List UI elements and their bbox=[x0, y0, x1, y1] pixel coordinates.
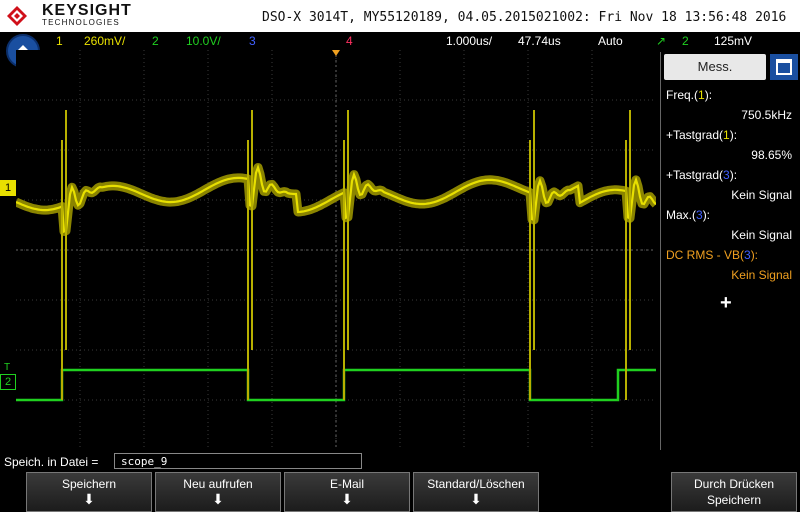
panel-select-button[interactable] bbox=[770, 54, 798, 80]
down-arrow-icon: ⬇ bbox=[341, 491, 353, 507]
down-arrow-icon: ⬇ bbox=[470, 491, 482, 507]
save-button[interactable]: Speichern ⬇ bbox=[26, 472, 152, 512]
ch4-number[interactable]: 4 bbox=[346, 34, 353, 48]
measurement-label-suffix: ): bbox=[729, 168, 738, 182]
down-arrow-icon: ⬇ bbox=[83, 491, 95, 507]
measurement-label[interactable]: +Tastgrad(1): bbox=[666, 128, 737, 142]
measurement-channel: 3 bbox=[696, 208, 703, 222]
ch2-scale[interactable]: 10.0V/ bbox=[186, 34, 221, 48]
window-icon bbox=[776, 59, 792, 75]
measurement-label-text: DC RMS - VB( bbox=[666, 248, 744, 262]
print-save-button[interactable]: Durch Drücken Speichern bbox=[671, 472, 797, 512]
trigger-level-marker[interactable]: T bbox=[4, 362, 10, 373]
down-arrow-icon: ⬇ bbox=[212, 491, 224, 507]
measurement-label-suffix: ): bbox=[702, 208, 711, 222]
measurement-label-suffix: ): bbox=[729, 128, 738, 142]
ch2-ground-marker[interactable]: 2 bbox=[0, 374, 16, 390]
ch1-number[interactable]: 1 bbox=[56, 34, 63, 48]
waveform-display[interactable] bbox=[16, 50, 656, 450]
print-button-line1: Durch Drücken bbox=[693, 477, 775, 491]
measurement-value: Kein Signal bbox=[731, 188, 792, 202]
timebase[interactable]: 1.000us/ bbox=[446, 34, 492, 48]
ch2-marker-label: 2 bbox=[4, 376, 12, 388]
default-clear-button[interactable]: Standard/Löschen ⬇ bbox=[413, 472, 539, 512]
save-to-file-label: Speich. in Datei = bbox=[4, 455, 99, 469]
save-button-label: Speichern bbox=[61, 477, 117, 491]
tab-measurements[interactable]: Mess. bbox=[664, 54, 766, 80]
delay[interactable]: 47.74us bbox=[518, 34, 561, 48]
measurement-channel: 3 bbox=[723, 168, 730, 182]
device-info: DSO-X 3014T, MY55120189, 04.05.201502100… bbox=[262, 10, 787, 25]
refresh-button-label: Neu aufrufen bbox=[183, 477, 253, 491]
ch1-marker-label: 1 bbox=[4, 182, 12, 194]
trigger-slope-icon: ↗ bbox=[656, 34, 667, 48]
measurement-channel: 3 bbox=[744, 248, 751, 262]
ch2-number[interactable]: 2 bbox=[152, 34, 159, 48]
refresh-button[interactable]: Neu aufrufen ⬇ bbox=[155, 472, 281, 512]
email-button[interactable]: E-Mail ⬇ bbox=[284, 472, 410, 512]
channel-bar: 1 260mV/ 2 10.0V/ 3 4 1.000us/ 47.74us A… bbox=[0, 32, 800, 50]
measurement-label[interactable]: Freq.(1): bbox=[666, 88, 712, 102]
measurement-label-suffix: ): bbox=[750, 248, 759, 262]
print-button-line2: Speichern bbox=[706, 493, 762, 507]
ch1-scale[interactable]: 260mV/ bbox=[84, 34, 125, 48]
measurement-label-text: +Tastgrad( bbox=[666, 128, 724, 142]
measurement-label-text: Max.( bbox=[666, 208, 696, 222]
filename-field[interactable]: scope_9 bbox=[114, 453, 362, 469]
ch3-number[interactable]: 3 bbox=[249, 34, 256, 48]
trigger-mode[interactable]: Auto bbox=[598, 34, 623, 48]
measurement-label-text: +Tastgrad( bbox=[666, 168, 724, 182]
trigger-level[interactable]: 125mV bbox=[714, 34, 752, 48]
measurement-value: 98.65% bbox=[751, 148, 792, 162]
measurement-value: Kein Signal bbox=[731, 268, 792, 282]
default-clear-button-label: Standard/Löschen bbox=[427, 477, 525, 491]
measurement-channel: 1 bbox=[698, 88, 705, 102]
measurement-label[interactable]: DC RMS - VB(3): bbox=[666, 248, 758, 262]
measurement-label[interactable]: +Tastgrad(3): bbox=[666, 168, 737, 182]
keysight-logo-icon bbox=[7, 6, 27, 26]
measurement-label-suffix: ): bbox=[704, 88, 713, 102]
ch1-ground-marker[interactable]: 1 bbox=[0, 180, 16, 196]
add-measurement-button[interactable]: + bbox=[720, 292, 732, 315]
measurement-label[interactable]: Max.(3): bbox=[666, 208, 710, 222]
measurement-value: 750.5kHz bbox=[741, 108, 792, 122]
measurement-label-text: Freq.( bbox=[666, 88, 699, 102]
brand-subtitle: TECHNOLOGIES bbox=[42, 18, 120, 27]
measurement-channel: 1 bbox=[723, 128, 730, 142]
email-button-label: E-Mail bbox=[329, 477, 364, 491]
measurement-value: Kein Signal bbox=[731, 228, 792, 242]
trigger-source[interactable]: 2 bbox=[682, 34, 689, 48]
